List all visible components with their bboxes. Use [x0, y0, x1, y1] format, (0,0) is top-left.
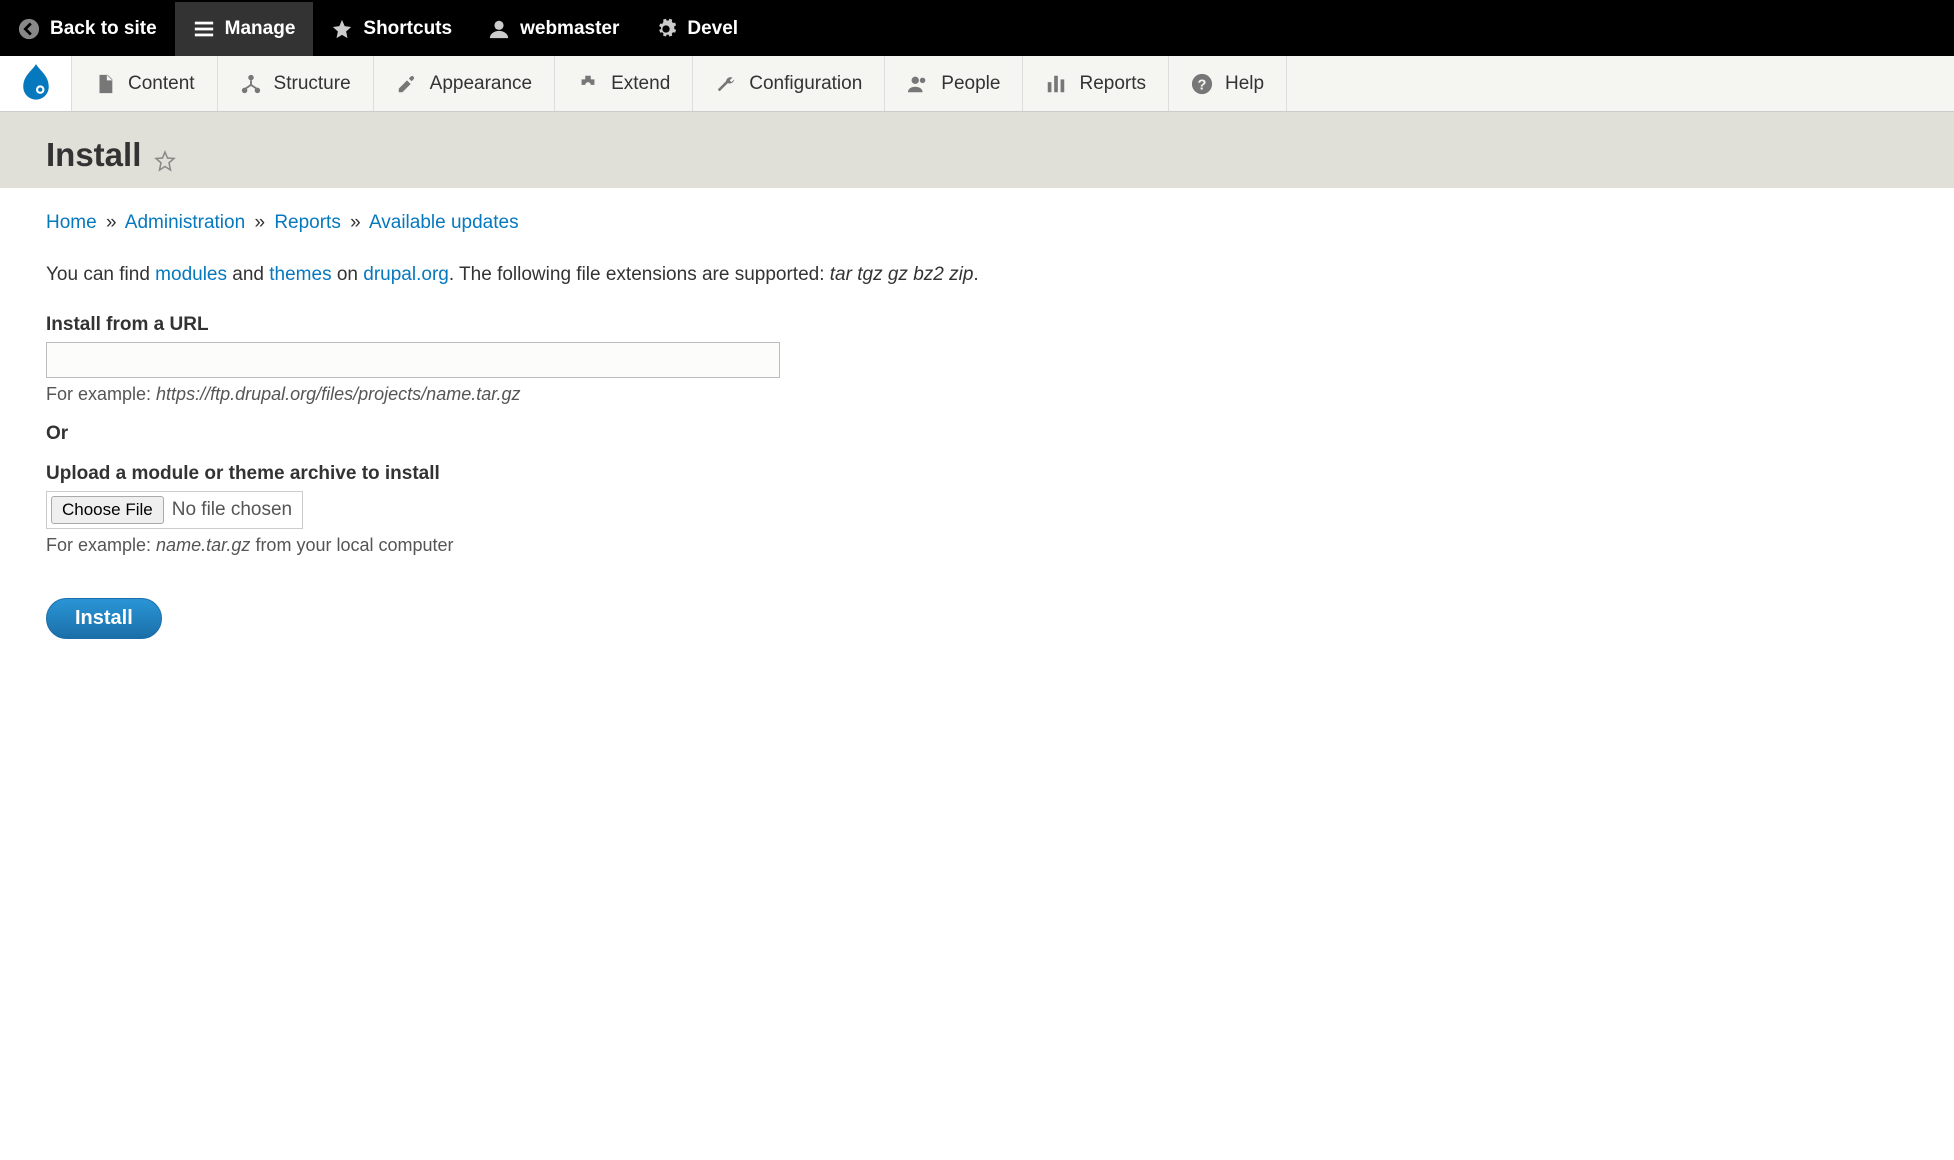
back-label: Back to site [50, 18, 157, 40]
url-input[interactable] [46, 342, 780, 378]
toolbar-admin: Content Structure Appearance Extend Conf… [0, 56, 1954, 112]
manage-button[interactable]: Manage [175, 2, 314, 56]
manage-label: Manage [225, 18, 296, 40]
svg-text:?: ? [1198, 77, 1207, 93]
file-input-wrapper[interactable]: Choose File No file chosen [46, 491, 303, 529]
themes-link[interactable]: themes [269, 264, 331, 285]
nav-appearance[interactable]: Appearance [374, 56, 555, 111]
url-label: Install from a URL [46, 314, 1908, 336]
wrench-icon [715, 73, 737, 95]
content-icon [94, 73, 116, 95]
nav-content[interactable]: Content [72, 56, 218, 111]
extend-icon [577, 73, 599, 95]
people-icon [907, 73, 929, 95]
upload-label: Upload a module or theme archive to inst… [46, 463, 1908, 485]
extensions-text: tar tgz gz bz2 zip [830, 264, 974, 285]
user-label: webmaster [520, 18, 619, 40]
devel-label: Devel [687, 18, 738, 40]
structure-icon [240, 73, 262, 95]
nav-structure-label: Structure [274, 73, 351, 95]
reports-icon [1045, 73, 1067, 95]
nav-content-label: Content [128, 73, 195, 95]
shortcuts-label: Shortcuts [363, 18, 452, 40]
back-icon [18, 18, 40, 40]
modules-link[interactable]: modules [155, 264, 227, 285]
drupal-org-link[interactable]: drupal.org [363, 264, 449, 285]
breadcrumb-sep: » [106, 212, 117, 233]
help-icon: ? [1191, 73, 1213, 95]
gear-icon [655, 18, 677, 40]
intro-text: You can find modules and themes on drupa… [46, 264, 1908, 286]
hamburger-icon [193, 18, 215, 40]
devel-button[interactable]: Devel [637, 2, 756, 56]
star-icon [331, 18, 353, 40]
breadcrumb: Home » Administration » Reports » Availa… [46, 212, 1908, 234]
nav-structure[interactable]: Structure [218, 56, 374, 111]
breadcrumb-sep: » [350, 212, 361, 233]
drupal-logo[interactable] [0, 56, 72, 111]
upload-description: For example: name.tar.gz from your local… [46, 535, 1908, 556]
breadcrumb-admin[interactable]: Administration [125, 212, 245, 233]
nav-appearance-label: Appearance [430, 73, 532, 95]
nav-configuration[interactable]: Configuration [693, 56, 885, 111]
choose-file-button[interactable]: Choose File [51, 496, 164, 524]
nav-people-label: People [941, 73, 1000, 95]
breadcrumb-reports[interactable]: Reports [274, 212, 341, 233]
nav-reports-label: Reports [1079, 73, 1146, 95]
appearance-icon [396, 73, 418, 95]
install-submit-button[interactable]: Install [46, 598, 162, 639]
breadcrumb-sep: » [254, 212, 265, 233]
page-title-text: Install [46, 136, 141, 174]
back-to-site-button[interactable]: Back to site [0, 2, 175, 56]
region-content: Home » Administration » Reports » Availa… [0, 188, 1954, 663]
favorite-star-icon[interactable] [153, 143, 177, 167]
nav-reports[interactable]: Reports [1023, 56, 1169, 111]
nav-configuration-label: Configuration [749, 73, 862, 95]
user-button[interactable]: webmaster [470, 2, 637, 56]
user-icon [488, 18, 510, 40]
file-status-text: No file chosen [172, 499, 292, 521]
toolbar-top: Back to site Manage Shortcuts webmaster … [0, 0, 1954, 56]
breadcrumb-updates[interactable]: Available updates [369, 212, 519, 233]
nav-extend[interactable]: Extend [555, 56, 693, 111]
nav-help[interactable]: ? Help [1169, 56, 1287, 111]
nav-extend-label: Extend [611, 73, 670, 95]
region-header: Install [0, 112, 1954, 188]
nav-people[interactable]: People [885, 56, 1023, 111]
url-description: For example: https://ftp.drupal.org/file… [46, 384, 1908, 405]
shortcuts-button[interactable]: Shortcuts [313, 2, 470, 56]
breadcrumb-home[interactable]: Home [46, 212, 97, 233]
url-form-item: Install from a URL For example: https://… [46, 314, 1908, 405]
nav-help-label: Help [1225, 73, 1264, 95]
upload-form-item: Upload a module or theme archive to inst… [46, 463, 1908, 556]
page-title: Install [46, 136, 1908, 174]
or-separator: Or [46, 423, 1908, 445]
